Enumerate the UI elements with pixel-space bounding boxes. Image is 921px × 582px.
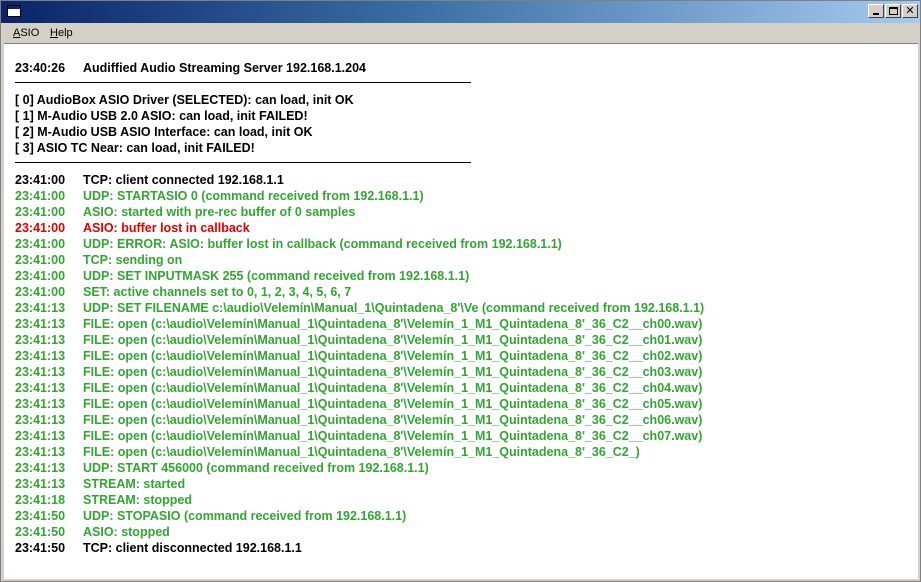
menu-help[interactable]: Help [50, 26, 73, 40]
log-message: FILE: open (c:\audio\Velemín\Manual_1\Qu… [83, 365, 703, 379]
log-message: SET: active channels set to 0, 1, 2, 3, … [83, 285, 352, 299]
log-line: 23:41:13 UDP: SET FILENAME c:\audio\Velem… [15, 300, 704, 316]
log-time: 23:41:50 [15, 509, 66, 523]
log-message: UDP: SET INPUTMASK 255 (command received… [83, 269, 470, 283]
log-message: TCP: client connected 192.168.1.1 [83, 173, 284, 187]
log-time: 23:41:00 [15, 253, 66, 267]
log-time: 23:41:50 [15, 541, 66, 555]
header-text: Audiffied Audio Streaming Server 192.168… [83, 61, 366, 75]
log-time: 23:41:00 [15, 269, 66, 283]
log-line: 23:41:13 FILE: open (c:\audio\Velemín\Man… [15, 444, 640, 460]
log-message: FILE: open (c:\audio\Velemín\Manual_1\Qu… [83, 349, 703, 363]
log-message: UDP: STARTASIO 0 (command received from … [83, 189, 424, 203]
device-item: [ 3] ASIO TC Near: can load, init FAILED… [15, 141, 255, 155]
log-time: 23:41:50 [15, 525, 66, 539]
log-message: STREAM: started [83, 477, 186, 491]
log-line: 23:41:00 ASIO: started with pre-rec buffe… [15, 204, 355, 220]
log-time: 23:41:13 [15, 445, 66, 459]
log-message: ASIO: stopped [83, 525, 170, 539]
log-line: 23:41:13 FILE: open (c:\audio\Velemín\Man… [15, 380, 702, 396]
log-message: STREAM: stopped [83, 493, 193, 507]
minimize-button[interactable] [868, 4, 884, 18]
log-time: 23:41:13 [15, 477, 66, 491]
log-time: 23:41:00 [15, 221, 66, 235]
log-time: 23:41:13 [15, 413, 66, 427]
close-button[interactable]: ✕ [902, 4, 918, 18]
log-line: 23:41:00 UDP: ERROR: ASIO: buffer lost in… [15, 236, 562, 252]
minimize-icon [873, 13, 879, 15]
device-item: [ 2] M-Audio USB ASIO Interface: can loa… [15, 125, 313, 139]
log-message: FILE: open (c:\audio\Velemín\Manual_1\Qu… [83, 397, 703, 411]
log-message: FILE: open (c:\audio\Velemín\Manual_1\Qu… [83, 413, 703, 427]
close-icon: ✕ [905, 4, 915, 17]
log-line: 23:41:00 UDP: SET INPUTMASK 255 (command … [15, 268, 469, 284]
log-time: 23:41:13 [15, 461, 66, 475]
maximize-icon [889, 7, 898, 15]
log-line: 23:41:50 UDP: STOPASIO (command received … [15, 508, 406, 524]
log-time: 23:41:00 [15, 205, 66, 219]
log-message: UDP: SET FILENAME c:\audio\Velemín\Manua… [83, 301, 705, 315]
header-time: 23:40:26 [15, 61, 66, 75]
log-line: 23:41:13 STREAM: started [15, 476, 185, 492]
log-line: 23:41:50 TCP: client disconnected 192.168… [15, 540, 302, 556]
log-line: 23:41:13 FILE: open (c:\audio\Velemín\Man… [15, 364, 702, 380]
separator [15, 82, 471, 83]
log-time: 23:41:13 [15, 397, 66, 411]
log-time: 23:41:13 [15, 317, 66, 331]
device-item: [ 1] M-Audio USB 2.0 ASIO: can load, ini… [15, 109, 308, 123]
log-line: 23:41:13 FILE: open (c:\audio\Velemín\Man… [15, 412, 702, 428]
app-icon[interactable] [7, 5, 21, 17]
log-line: 23:41:13 UDP: START 456000 (command recei… [15, 460, 429, 476]
log-line: 23:41:00 ASIO: buffer lost in callback [15, 220, 250, 236]
log-message: FILE: open (c:\audio\Velemín\Manual_1\Qu… [83, 381, 703, 395]
log-message: FILE: open (c:\audio\Velemín\Manual_1\Qu… [83, 429, 703, 443]
log-message: ASIO: started with pre-rec buffer of 0 s… [83, 205, 356, 219]
log-time: 23:41:13 [15, 333, 66, 347]
log-line: 23:41:13 FILE: open (c:\audio\Velemín\Man… [15, 396, 702, 412]
server-header: 23:40:26 Audiffied Audio Streaming Server… [15, 60, 366, 76]
separator [15, 162, 471, 163]
log-line: 23:41:13 FILE: open (c:\audio\Velemín\Man… [15, 316, 702, 332]
log-message: TCP: client disconnected 192.168.1.1 [83, 541, 302, 555]
log-message: ASIO: buffer lost in callback [83, 221, 250, 235]
log-line: 23:41:50 ASIO: stopped [15, 524, 170, 540]
log-message: FILE: open (c:\audio\Velemín\Manual_1\Qu… [83, 317, 703, 331]
log-line: 23:41:00 TCP: sending on [15, 252, 182, 268]
log-time: 23:41:00 [15, 173, 66, 187]
log-time: 23:41:13 [15, 301, 66, 315]
device-item: [ 0] AudioBox ASIO Driver (SELECTED): ca… [15, 93, 354, 107]
app-window: ✕ ASIO Help 23:40:26 Audiffied Audio Stre… [0, 0, 921, 582]
log-line: 23:41:00 SET: active channels set to 0, 1… [15, 284, 351, 300]
log-time: 23:41:00 [15, 237, 66, 251]
log-time: 23:41:13 [15, 429, 66, 443]
log-line: 23:41:13 FILE: open (c:\audio\Velemín\Man… [15, 428, 702, 444]
log-message: UDP: ERROR: ASIO: buffer lost in callbac… [83, 237, 562, 251]
log-message: FILE: open (c:\audio\Velemín\Manual_1\Qu… [83, 445, 640, 459]
menu-asio[interactable]: ASIO [13, 26, 39, 40]
log-message: UDP: STOPASIO (command received from 192… [83, 509, 407, 523]
log-line: 23:41:13 FILE: open (c:\audio\Velemín\Man… [15, 348, 702, 364]
log-line: 23:41:13 FILE: open (c:\audio\Velemín\Man… [15, 332, 702, 348]
log-time: 23:41:00 [15, 285, 66, 299]
log-time: 23:41:18 [15, 493, 66, 507]
title-bar[interactable]: ✕ [1, 1, 920, 23]
log-time: 23:41:00 [15, 189, 66, 203]
menu-bar: ASIO Help [1, 23, 920, 43]
log-line: 23:41:00 UDP: STARTASIO 0 (command receiv… [15, 188, 424, 204]
log-line: 23:41:00 TCP: client connected 192.168.1.… [15, 172, 284, 188]
log-view[interactable]: 23:40:26 Audiffied Audio Streaming Server… [4, 43, 918, 579]
log-time: 23:41:13 [15, 349, 66, 363]
log-line: 23:41:18 STREAM: stopped [15, 492, 192, 508]
log-message: FILE: open (c:\audio\Velemín\Manual_1\Qu… [83, 333, 703, 347]
maximize-button[interactable] [885, 4, 901, 18]
log-message: UDP: START 456000 (command received from… [83, 461, 429, 475]
log-time: 23:41:13 [15, 365, 66, 379]
log-time: 23:41:13 [15, 381, 66, 395]
log-message: TCP: sending on [83, 253, 183, 267]
